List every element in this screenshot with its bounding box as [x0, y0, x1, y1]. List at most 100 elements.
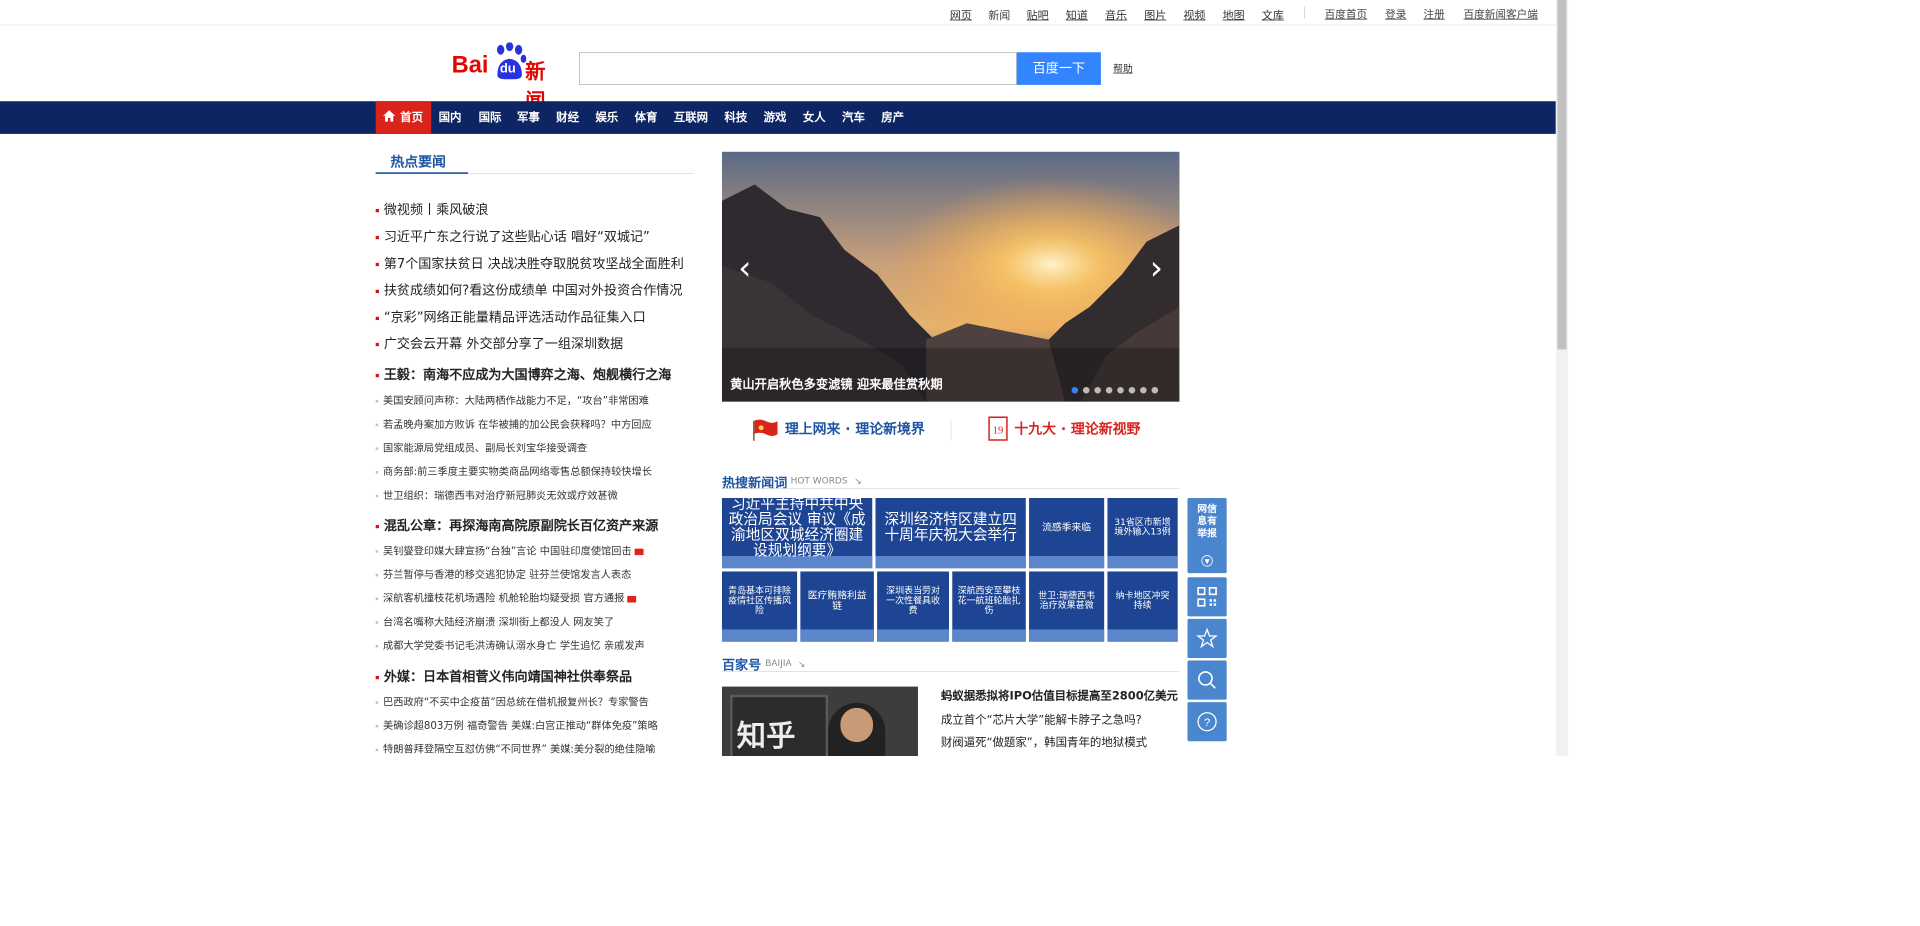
- nav-item-women[interactable]: 女人: [803, 101, 826, 134]
- slide-dot[interactable]: [1151, 386, 1159, 394]
- top-link-music[interactable]: 音乐: [1105, 6, 1127, 22]
- top-link-news[interactable]: 新闻: [988, 6, 1010, 22]
- nav-item-domestic[interactable]: 国内: [439, 101, 462, 134]
- top-link-zhidao[interactable]: 知道: [1066, 6, 1088, 22]
- hot-news-item[interactable]: 成都大学党委书记毛洪涛确认溺水身亡 学生追忆 亲戚发声: [375, 637, 645, 653]
- hot-news-item[interactable]: 第7个国家扶贫日 决战决胜夺取脱贫攻坚战全面胜利: [375, 252, 684, 272]
- hot-news-item[interactable]: 吴钊燮登印媒大肆宣扬“台独”言论 中国驻印度使馆回击: [375, 542, 644, 558]
- qr-code-button[interactable]: [1187, 577, 1227, 617]
- video-icon: [634, 548, 644, 555]
- hot-news-item[interactable]: 若孟晚舟案加方败诉 在华被捕的加公民会获释吗？中方回应: [375, 416, 652, 432]
- hot-news-text: “京彩”网络正能量精品评选活动作品征集入口: [383, 309, 646, 325]
- hot-news-item[interactable]: 商务部:前三季度主要实物类商品网络零售总额保持较快增长: [375, 463, 652, 479]
- theory-banner-left[interactable]: 理上网来 · 理论新境界: [785, 415, 925, 444]
- baidu-news-logo[interactable]: Bai du 新闻: [452, 42, 565, 113]
- bullet-icon: [375, 621, 379, 624]
- baijia-subtitle[interactable]: BAIJIA: [765, 658, 791, 669]
- search-tool-button[interactable]: [1187, 660, 1227, 700]
- hot-word-tile[interactable]: 青岛基本可排除疫情社区传播风险: [721, 571, 798, 642]
- help-link[interactable]: 帮助: [1113, 61, 1133, 75]
- top-link-tieba[interactable]: 贴吧: [1027, 6, 1049, 22]
- slide-dot[interactable]: [1094, 386, 1101, 394]
- scrollbar-thumb[interactable]: [1557, 0, 1567, 350]
- slide-dot[interactable]: [1082, 386, 1090, 394]
- hot-word-tile[interactable]: 深航西安至攀枝花一航班轮胎扎伤: [952, 571, 1026, 642]
- baijia-item[interactable]: 成立首个“芯片大学”能解卡脖子之急吗?: [941, 711, 1142, 727]
- hot-news-item[interactable]: 美国安顾问声称：大陆两栖作战能力不足，“攻台”非常困难: [375, 392, 649, 408]
- hot-news-item[interactable]: 王毅：南海不应成为大国博弈之海、炮舰横行之海: [375, 363, 671, 383]
- slide-dot[interactable]: [1128, 386, 1136, 394]
- bullet-icon: [375, 701, 379, 704]
- nav-item-military[interactable]: 军事: [517, 101, 540, 134]
- hot-news-item[interactable]: 巴西政府“不买中企疫苗”因总统在借机报复州长？专家警告: [375, 693, 649, 709]
- favorite-button[interactable]: [1187, 618, 1227, 659]
- hot-news-text: 扶贫成绩如何?看这份成绩单 中国对外投资合作情况: [383, 282, 683, 298]
- slide-dot[interactable]: [1140, 386, 1147, 394]
- top-link-login[interactable]: 登录: [1385, 6, 1406, 21]
- nav-item-internet[interactable]: 互联网: [674, 101, 708, 134]
- nav-item-auto[interactable]: 汽车: [842, 101, 865, 134]
- hot-news-item[interactable]: 习近平广东之行说了这些贴心话 唱好“双城记”: [375, 225, 650, 245]
- report-button[interactable]: 网信息有举报 ▼: [1187, 498, 1227, 574]
- hot-news-text: 习近平广东之行说了这些贴心话 唱好“双城记”: [383, 228, 650, 245]
- slide-dot[interactable]: [1105, 386, 1113, 394]
- top-link-map[interactable]: 地图: [1223, 6, 1245, 22]
- hot-news-item[interactable]: 外媒：日本首相菅义伟向靖国神社供奉祭品: [375, 665, 632, 685]
- baijia-item[interactable]: 蚂蚁据悉拟将IPO估值目标提高至2800亿美元: [941, 687, 1178, 703]
- top-link-register[interactable]: 注册: [1424, 6, 1445, 21]
- hot-news-item[interactable]: 世卫组织：瑞德西韦对治疗新冠肺炎无效或疗效甚微: [375, 487, 618, 503]
- hot-news-item[interactable]: 芬兰暂停与香港的移交逃犯协定 驻芬兰使馆发言人表态: [375, 566, 632, 582]
- theory-banner-right[interactable]: 十九大 · 理论新视野: [1014, 415, 1140, 444]
- hot-news-item[interactable]: 深航客机撞枝花机场遇险 机舱轮胎均疑受损 官方通报: [375, 589, 637, 605]
- hot-news-text: 若孟晚舟案加方败诉 在华被捕的加公民会获释吗？中方回应: [383, 417, 652, 431]
- hot-news-text: 混乱公章：再探海南高院原副院长百亿资产来源: [383, 517, 659, 534]
- hot-word-tile[interactable]: 31省区市新增境外输入13例: [1107, 498, 1178, 569]
- hot-news-item[interactable]: 特朗普拜登隔空互怼仿佛“不同世界” 美媒:美分裂的绝佳隐喻: [375, 740, 656, 756]
- nav-item-house[interactable]: 房产: [881, 101, 904, 134]
- baijia-thumbnail[interactable]: 知乎: [721, 686, 918, 756]
- hot-news-text: 芬兰暂停与香港的移交逃犯协定 驻芬兰使馆发言人表态: [383, 568, 632, 581]
- slide-prev-arrow-icon[interactable]: ‹: [738, 250, 751, 288]
- slide-dot[interactable]: [1071, 386, 1079, 394]
- slide-next-arrow-icon[interactable]: ›: [1150, 250, 1163, 288]
- slide-caption[interactable]: 黄山开启秋色多变滤镜 迎来最佳赏秋期: [730, 376, 943, 393]
- hot-word-tile[interactable]: 医疗贿赂利益链: [800, 571, 874, 642]
- arrow-link-icon: ↘: [797, 658, 806, 670]
- nav-item-international[interactable]: 国际: [479, 101, 502, 134]
- top-link-video[interactable]: 视频: [1183, 6, 1205, 22]
- hot-word-tile[interactable]: 世卫:瑞德西韦治疗效果甚微: [1029, 571, 1105, 642]
- hot-news-item[interactable]: 美确诊超803万例 福奇警告 美媒:白宫正推动“群体免疫”策略: [375, 717, 658, 733]
- nav-item-sports[interactable]: 体育: [635, 101, 658, 134]
- top-link-wenku[interactable]: 文库: [1262, 6, 1284, 22]
- hot-word-tile[interactable]: 深圳经济特区建立四十周年庆祝大会举行: [875, 498, 1026, 569]
- hot-news-item[interactable]: 国家能源局党组成员、副局长刘宝华接受调查: [375, 439, 587, 455]
- nav-item-finance[interactable]: 财经: [556, 101, 579, 134]
- video-icon: [627, 595, 637, 603]
- photo-slideshow[interactable]: ‹ › 黄山开启秋色多变滤镜 迎来最佳赏秋期: [721, 151, 1180, 402]
- top-link-client[interactable]: 百度新闻客户端: [1464, 6, 1538, 21]
- hot-news-item[interactable]: 广交会云开幕 外交部分享了一组深圳数据: [375, 332, 623, 352]
- hot-news-item[interactable]: 台湾名嘴称大陆经济崩溃 深圳街上都没人 网友笑了: [375, 613, 614, 629]
- hot-word-tile[interactable]: 流感季来临: [1029, 498, 1105, 569]
- search-button[interactable]: 百度一下: [1016, 52, 1101, 85]
- hot-word-tile[interactable]: 纳卡地区冲突持续: [1107, 571, 1178, 642]
- top-link-baidu-home[interactable]: 百度首页: [1325, 6, 1367, 21]
- hot-news-item[interactable]: 混乱公章：再探海南高院原副院长百亿资产来源: [375, 514, 659, 534]
- top-link-image[interactable]: 图片: [1144, 6, 1166, 22]
- baijia-item[interactable]: 财阀逼死“做题家”，韩国青年的地狱模式: [941, 734, 1147, 750]
- top-link-web[interactable]: 网页: [950, 6, 972, 22]
- hot-news-item[interactable]: 扶贫成绩如何?看这份成绩单 中国对外投资合作情况: [375, 279, 683, 299]
- hot-news-item[interactable]: “京彩”网络正能量精品评选活动作品征集入口: [375, 306, 646, 326]
- hot-word-tile[interactable]: 习近平主持中共中央政治局会议 审议《成渝地区双城经济圈建设规划纲要》: [721, 498, 873, 569]
- search-input[interactable]: [579, 52, 1017, 85]
- nav-item-home[interactable]: 首页: [375, 101, 432, 134]
- hot-word-tile[interactable]: 深圳表当劳对一次性餐具收费: [877, 571, 950, 642]
- nav-item-games[interactable]: 游戏: [764, 101, 787, 134]
- bullet-icon: [375, 262, 379, 266]
- hot-words-subtitle[interactable]: HOT WORDS: [791, 475, 848, 486]
- feedback-button[interactable]: ?: [1187, 702, 1227, 742]
- nav-item-entertainment[interactable]: 娱乐: [595, 101, 618, 134]
- nav-item-tech[interactable]: 科技: [724, 101, 747, 134]
- hot-news-item[interactable]: 微视频丨乘风破浪: [375, 198, 488, 218]
- slide-dot[interactable]: [1117, 386, 1124, 394]
